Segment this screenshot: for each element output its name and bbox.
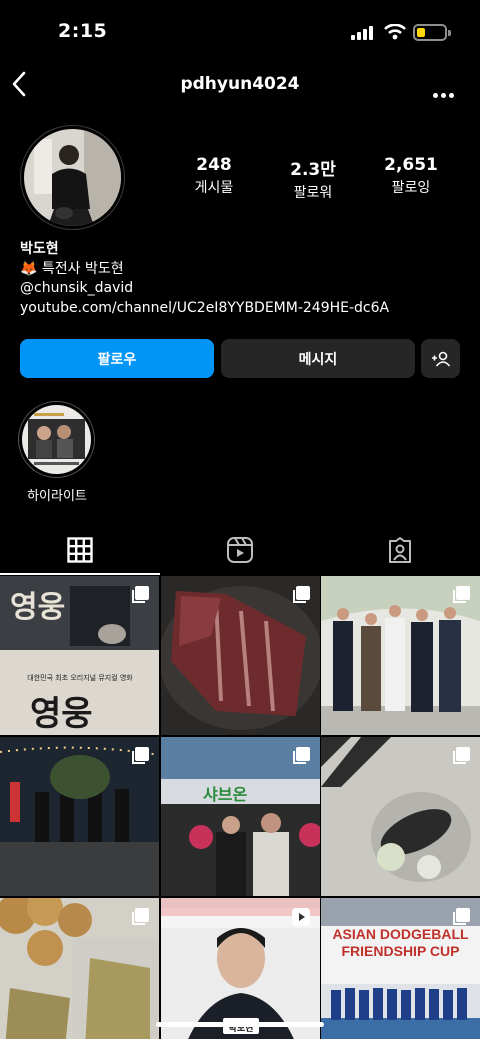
multiple-photos-icon — [453, 747, 470, 764]
following-count[interactable]: 2,651 팔로잉 — [366, 155, 456, 197]
bio-line: 🦊 특전사 박도현 — [20, 260, 124, 277]
reels-icon — [227, 537, 253, 563]
post-thumbnail[interactable] — [321, 576, 480, 735]
multiple-photos-icon — [132, 586, 149, 603]
top-nav: pdhyun4024 — [0, 62, 480, 108]
multiple-photos-icon — [293, 747, 310, 764]
suggested-accounts-button[interactable] — [421, 339, 460, 378]
tab-reels[interactable] — [160, 525, 320, 575]
multiple-photos-icon — [132, 908, 149, 925]
profile-tabs — [0, 525, 480, 575]
post-thumbnail[interactable]: 박도현 — [161, 898, 320, 1039]
post-thumbnail[interactable]: ASIAN DODGEBALL FRIENDSHIP CUP — [321, 898, 480, 1039]
posts-count-value: 248 — [196, 155, 232, 175]
post-thumbnail[interactable] — [0, 898, 159, 1039]
following-count-value: 2,651 — [384, 155, 438, 175]
highlight-thumbnail — [22, 405, 91, 474]
status-bar: 2:15 — [0, 0, 480, 62]
home-indicator[interactable] — [156, 1022, 324, 1027]
more-options-icon[interactable] — [433, 83, 457, 102]
post-thumbnail[interactable] — [0, 737, 159, 896]
grid-icon — [67, 537, 93, 563]
add-person-icon — [431, 351, 450, 367]
bio-handle-link[interactable]: @chunsik_david — [20, 279, 470, 299]
post-overlay-subtitle: 대한민국 최초 오리지널 뮤지컬 영화 — [27, 674, 133, 682]
posts-count: 248 게시물 — [169, 155, 259, 197]
multiple-photos-icon — [293, 586, 310, 603]
active-tab-indicator — [0, 573, 160, 575]
profile-avatar[interactable] — [20, 125, 125, 230]
multiple-photos-icon — [453, 586, 470, 603]
followers-count[interactable]: 2.3만 팔로워 — [268, 155, 358, 202]
reel-icon — [292, 908, 310, 926]
posts-count-label: 게시물 — [194, 180, 234, 196]
following-count-label: 팔로잉 — [391, 180, 431, 196]
wifi-icon — [384, 24, 406, 40]
profile-username: pdhyun4024 — [180, 74, 300, 94]
followers-count-value: 2.3만 — [290, 160, 336, 180]
bio-website-link[interactable]: youtube.com/channel/UC2eI8YYBDEMM-249HE-… — [20, 299, 470, 319]
post-thumbnail[interactable]: 샤브온 — [161, 737, 320, 896]
followers-count-label: 팔로워 — [293, 185, 333, 201]
event-banner-text: ASIAN DODGEBALL FRIENDSHIP CUP — [332, 926, 469, 959]
storefront-sign: 샤브온 — [203, 785, 248, 804]
message-button[interactable]: 메시지 — [221, 339, 415, 378]
profile-bio: 박도현 🦊 특전사 박도현 @chunsik_david youtube.com… — [20, 240, 470, 318]
follow-button[interactable]: 팔로우 — [20, 339, 214, 378]
multiple-photos-icon — [453, 908, 470, 925]
post-overlay-title: 영웅 — [10, 590, 66, 625]
tab-tagged[interactable] — [320, 525, 480, 575]
highlight-label: 하이라이트 — [27, 489, 87, 504]
profile-stats: 248 게시물 2.3만 팔로워 2,651 팔로잉 — [150, 155, 470, 202]
cellular-signal-icon — [351, 26, 373, 40]
tab-posts-grid[interactable] — [0, 525, 160, 575]
post-thumbnail[interactable] — [161, 576, 320, 735]
battery-icon — [413, 24, 451, 41]
multiple-photos-icon — [132, 747, 149, 764]
status-time: 2:15 — [58, 20, 108, 42]
post-thumbnail[interactable]: 영웅 대한민국 최초 오리지널 뮤지컬 영화 영웅 — [0, 576, 159, 735]
highlight-item[interactable]: 하이라이트 — [18, 401, 96, 504]
profile-name: 박도현 — [20, 241, 59, 257]
post-overlay-bottom: 영웅 — [30, 694, 93, 734]
post-thumbnail[interactable] — [321, 737, 480, 896]
tagged-icon — [389, 537, 411, 563]
